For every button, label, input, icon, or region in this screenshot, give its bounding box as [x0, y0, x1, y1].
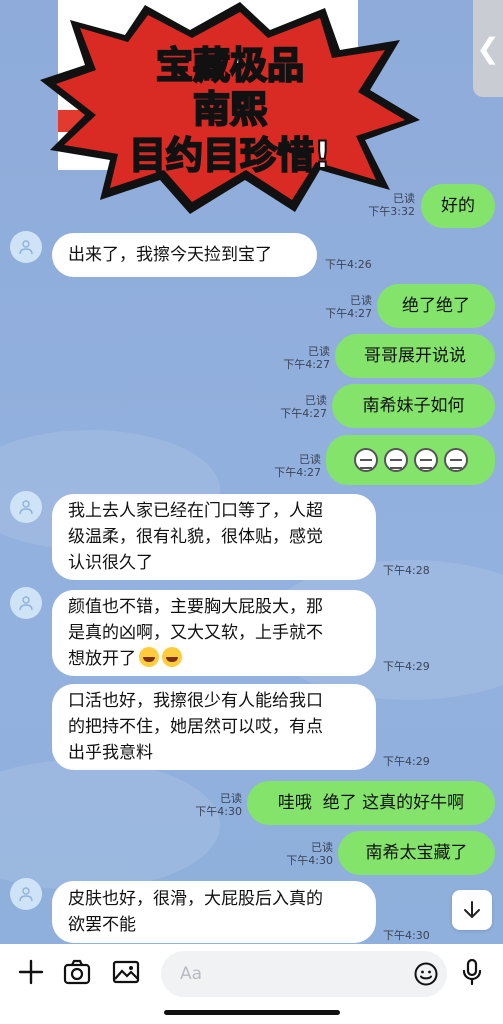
message-text-line: 的把持不住，她居然可以哎，有点: [68, 717, 323, 737]
grimace-emoji-icon: [413, 448, 438, 472]
message-time: 下午4:28: [383, 564, 430, 577]
side-panel-handle[interactable]: ❮: [473, 0, 503, 97]
grimace-emoji-icon: [353, 448, 378, 472]
home-indicator: [164, 1010, 340, 1015]
message-meta: 已读 下午3:32: [340, 192, 415, 218]
read-status: 已读: [308, 345, 330, 358]
received-message-bubble[interactable]: 皮肤也好，很滑，大屁股后入真的 欲罢不能: [52, 881, 376, 943]
message-meta: 已读 下午4:27: [243, 453, 321, 479]
message-time: 下午3:32: [368, 205, 415, 218]
message-meta: 已读 下午4:27: [255, 345, 330, 371]
message-text: 想放开了: [68, 649, 136, 669]
message-text-line: 出乎我意料: [68, 743, 153, 763]
grimace-emoji-icon: [383, 448, 408, 472]
message-time: 下午4:26: [325, 258, 372, 271]
microphone-icon: [462, 958, 482, 986]
user-icon: [19, 596, 33, 611]
received-message-bubble[interactable]: 出来了，我擦今天捡到宝了: [52, 233, 317, 277]
read-status: 已读: [393, 192, 415, 205]
received-message-bubble[interactable]: 我上去人家已经在门口等了，人超 级温柔，很有礼貌，很体贴，感觉 认识很久了: [52, 494, 376, 580]
message-text-line: 认识很久了: [68, 553, 153, 573]
message-text: 南希妹子如何: [362, 396, 465, 416]
sent-message-bubble[interactable]: 好的: [421, 184, 495, 228]
message-text-line: 皮肤也好，很滑，大屁股后入真的: [68, 889, 323, 909]
message-meta: 已读 下午4:30: [255, 841, 333, 867]
message-text: 南希太宝藏了: [365, 843, 468, 863]
message-text: 出来了，我擦今天捡到宝了: [68, 245, 272, 265]
message-text: 好的: [441, 196, 475, 216]
message-time: 下午4:30: [383, 929, 430, 942]
message-time: 下午4:29: [383, 755, 430, 768]
sent-message-bubble[interactable]: 绝了绝了: [377, 284, 495, 328]
message-input[interactable]: [178, 963, 402, 985]
message-time: 下午4:27: [274, 466, 321, 479]
avatar[interactable]: [10, 878, 42, 910]
user-icon: [19, 500, 33, 515]
message-time: 下午4:30: [286, 854, 333, 867]
avatar[interactable]: [10, 231, 42, 263]
user-icon: [19, 887, 33, 902]
avatar[interactable]: [10, 491, 42, 523]
gallery-button[interactable]: [108, 954, 144, 990]
read-status: 已读: [299, 453, 321, 466]
sent-message-bubble[interactable]: 南希妹子如何: [332, 384, 495, 428]
tears-of-joy-emoji-icon: [139, 647, 159, 667]
banner-line-2: 南熙: [193, 88, 267, 131]
message-text: 哥哥展开说说: [364, 346, 466, 366]
voice-button[interactable]: [454, 954, 490, 990]
avatar[interactable]: [10, 587, 42, 619]
message-input-container: [161, 951, 447, 997]
message-text: 绝了绝了: [402, 296, 470, 316]
message-time: 下午4:27: [283, 358, 330, 371]
user-icon: [19, 240, 33, 255]
message-text-line: 颜值也不错，主要胸大屁股大，那: [68, 597, 323, 617]
read-status: 已读: [311, 841, 333, 854]
message-time: 下午4:30: [195, 805, 242, 818]
add-button[interactable]: [13, 954, 49, 990]
message-text-line: 口活也好，我擦很少有人能给我口: [68, 691, 323, 711]
chat-area[interactable]: 宝藏极品 南熙 目约目珍惜! ❮ 已读 下午3:32 好的 出来了，我擦今天捡到…: [0, 0, 503, 944]
message-time: 下午4:29: [383, 660, 430, 673]
sent-message-bubble[interactable]: 哥哥展开说说: [335, 334, 495, 378]
message-text-line: 我上去人家已经在门口等了，人超: [68, 501, 323, 521]
background-cloud: [0, 760, 220, 890]
sent-sticker-bubble[interactable]: [326, 435, 495, 485]
message-text: 哇哦 绝了 这真的好牛啊: [277, 793, 465, 813]
plus-icon: [18, 959, 44, 985]
camera-button[interactable]: [59, 954, 95, 990]
message-meta: 已读 下午4:27: [300, 294, 372, 320]
emoji-icon: [414, 962, 438, 986]
read-status: 已读: [220, 792, 242, 805]
message-text-line: 级温柔，很有礼貌，很体贴，感觉: [68, 527, 323, 547]
tears-of-joy-emoji-icon: [162, 647, 182, 667]
banner-line-3: 目约目珍惜!: [129, 134, 331, 177]
message-text-line: 是真的凶啊，又大又软，上手就不: [68, 623, 323, 643]
camera-icon: [63, 959, 91, 985]
message-text-line: 欲罢不能: [68, 915, 136, 935]
banner-line-1: 宝藏极品: [156, 44, 304, 87]
scroll-to-bottom-button[interactable]: [452, 890, 492, 930]
sent-message-bubble[interactable]: 哇哦 绝了 这真的好牛啊: [247, 781, 495, 825]
read-status: 已读: [305, 394, 327, 407]
promo-banner-image: 宝藏极品 南熙 目约目珍惜!: [40, 0, 420, 215]
message-time: 下午4:27: [280, 407, 327, 420]
grimace-emoji-icon: [443, 448, 468, 472]
received-message-bubble[interactable]: 口活也好，我擦很少有人能给我口 的把持不住，她居然可以哎，有点 出乎我意料: [52, 684, 376, 770]
message-time: 下午4:27: [325, 307, 372, 320]
image-icon: [112, 960, 140, 984]
message-meta: 已读 下午4:30: [165, 792, 242, 818]
read-status: 已读: [350, 294, 372, 307]
chevron-left-icon: ❮: [476, 31, 500, 65]
arrow-down-icon: [464, 901, 480, 918]
message-text-line: 想放开了: [68, 646, 182, 672]
received-message-bubble[interactable]: 颜值也不错，主要胸大屁股大，那 是真的凶啊，又大又软，上手就不 想放开了: [52, 590, 376, 676]
sent-message-bubble[interactable]: 南希太宝藏了: [338, 831, 495, 875]
message-meta: 已读 下午4:27: [250, 394, 327, 420]
emoji-button[interactable]: [413, 961, 439, 987]
